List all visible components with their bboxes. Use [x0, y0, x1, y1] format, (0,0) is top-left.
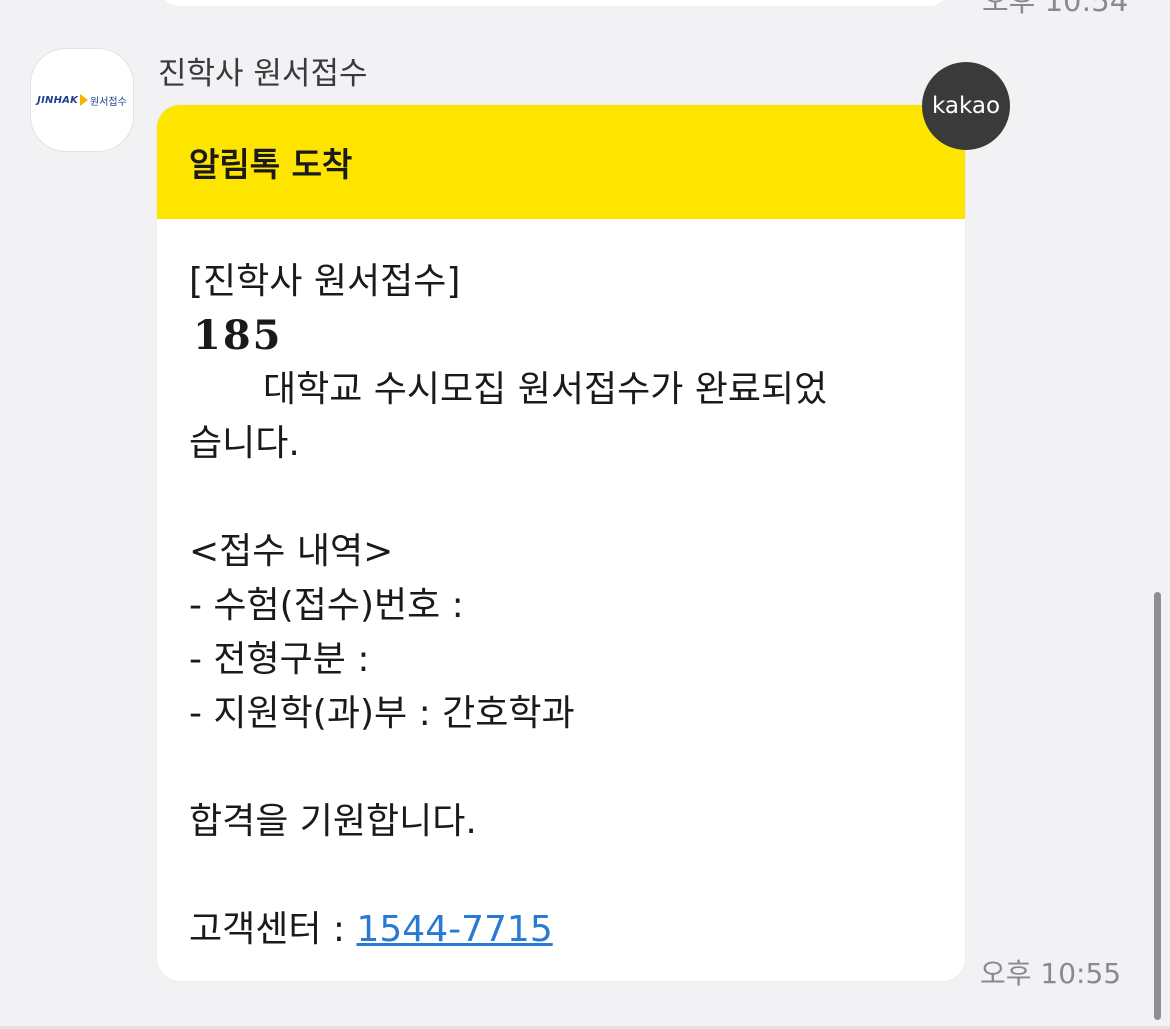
message-header: 알림톡 도착 [157, 105, 965, 219]
handwritten-note: 185 [193, 312, 283, 359]
message-body-line-1: 대학교 수시모집 원서접수가 완료되었 [263, 369, 828, 410]
previous-message-time: 오후 10:54 [982, 0, 1129, 18]
avatar-sub: 원서접수 [90, 96, 127, 108]
exam-number-line: - 수험(접수)번호 : [189, 585, 464, 626]
scrollbar[interactable] [1154, 592, 1161, 1020]
wish-line: 합격을 기원합니다. [189, 801, 477, 842]
admission-type-line: - 전형구분 : [189, 639, 370, 680]
jinhak-logo: JINHAK 원서접수 [37, 93, 127, 108]
message-time: 오후 10:55 [980, 957, 1122, 990]
message-body-line-2: 습니다. [189, 423, 300, 464]
previous-message-bubble[interactable] [158, 0, 950, 6]
alimtalk-message-bubble[interactable]: 알림톡 도착 [진학사 원서접수] 185 대학교 수시모집 원서접수가 완료되… [156, 104, 966, 982]
avatar-brand: JINHAK [37, 94, 79, 106]
sender-avatar[interactable]: JINHAK 원서접수 [30, 48, 134, 152]
support-label: 고객센터 : [189, 909, 357, 950]
chat-screen: 오후 10:54 JINHAK 원서접수 진학사 원서접수 알림톡 도착 [진학… [0, 0, 1170, 1029]
sender-name[interactable]: 진학사 원서접수 [158, 48, 368, 93]
message-title: [진학사 원서접수] [189, 261, 461, 302]
kakao-badge: kakao [922, 62, 1010, 150]
chevron-right-icon [80, 94, 89, 106]
support-phone-link[interactable]: 1544-7715 [357, 909, 553, 950]
support-line: 고객센터 : 1544-7715 [189, 903, 935, 957]
message-body: [진학사 원서접수] 185 대학교 수시모집 원서접수가 완료되었 습니다. … [157, 219, 965, 957]
department-line: - 지원학(과)부 : 간호학과 [189, 693, 575, 734]
message-header-title: 알림톡 도착 [189, 145, 353, 184]
receipt-section-title: <접수 내역> [189, 531, 394, 572]
